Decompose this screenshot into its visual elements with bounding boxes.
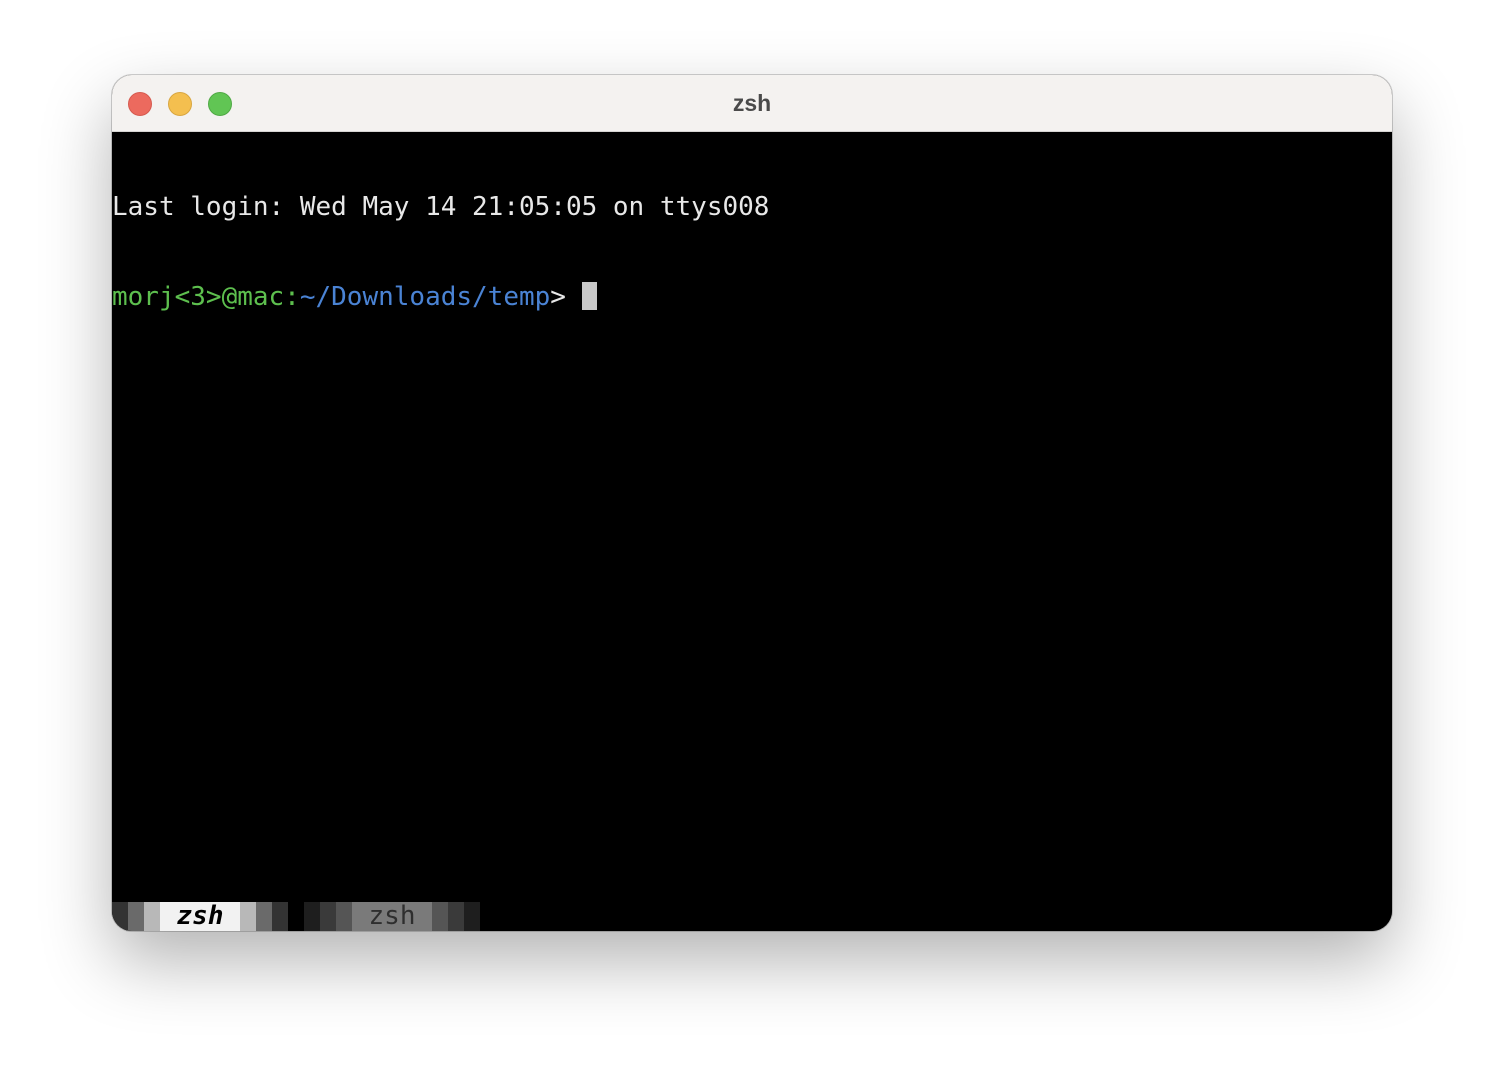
status-gradient-segment: [320, 902, 336, 931]
status-gradient-segment: [432, 902, 448, 931]
tab-inactive-label: zsh: [368, 901, 416, 931]
tab-active-label: zsh: [176, 901, 224, 931]
status-gradient-segment: [240, 902, 256, 931]
status-gradient-segment: [448, 902, 464, 931]
terminal-window: zsh Last login: Wed May 14 21:05:05 on t…: [112, 75, 1392, 931]
status-gradient-segment: [128, 902, 144, 931]
status-gradient-segment: [112, 902, 128, 931]
status-gradient-segment: [304, 902, 320, 931]
status-gradient-segment: [144, 902, 160, 931]
status-gradient-segment: [336, 902, 352, 931]
title-bar[interactable]: zsh: [112, 75, 1392, 132]
tmux-status-bar: zsh zsh: [112, 902, 1392, 931]
login-line: Last login: Wed May 14 21:05:05 on ttys0…: [112, 192, 770, 222]
prompt-path: ~/Downloads/temp: [299, 282, 551, 312]
status-gradient-segment: [464, 902, 480, 931]
text-cursor: [581, 282, 597, 310]
status-gradient-segment: [272, 902, 288, 931]
status-gradient-segment: [256, 902, 272, 931]
prompt-symbol: >: [550, 282, 582, 312]
terminal-output[interactable]: Last login: Wed May 14 21:05:05 on ttys0…: [112, 132, 1392, 902]
prompt-user: morj<3>@mac:: [112, 282, 300, 312]
prompt-line: morj<3>@mac:~/Downloads/temp>: [112, 282, 1392, 312]
tab-active[interactable]: zsh: [160, 902, 240, 931]
window-title: zsh: [732, 90, 772, 116]
tab-inactive[interactable]: zsh: [352, 902, 432, 931]
